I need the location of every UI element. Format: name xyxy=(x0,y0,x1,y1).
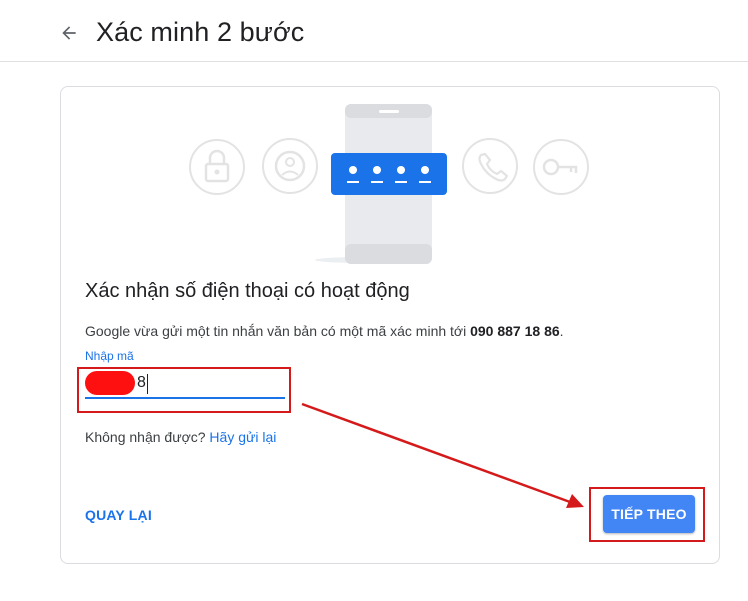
phone-with-code-icon xyxy=(315,104,447,264)
verification-card: Xác nhận số điện thoại có hoạt động Goog… xyxy=(60,86,720,564)
input-highlight-box xyxy=(77,367,291,413)
account-icon xyxy=(262,138,318,194)
verification-description: Google vừa gửi một tin nhắn văn bản có m… xyxy=(85,323,564,339)
resend-row: Không nhận được? Hãy gửi lại xyxy=(85,429,276,445)
description-suffix: . xyxy=(559,323,564,339)
card-heading: Xác nhận số điện thoại có hoạt động xyxy=(85,280,410,302)
resend-link[interactable]: Hãy gửi lại xyxy=(209,429,276,445)
key-icon xyxy=(533,139,589,195)
call-icon xyxy=(462,138,518,194)
lock-icon xyxy=(189,139,245,195)
arrow-left-icon xyxy=(62,26,76,40)
page-title: Xác minh 2 bước xyxy=(96,17,305,47)
resend-prompt: Không nhận được? xyxy=(85,429,206,445)
code-field-label: Nhập mã xyxy=(85,349,134,363)
verification-illustration xyxy=(189,104,589,264)
header-bar: Xác minh 2 bước xyxy=(0,0,748,62)
phone-number: 090 887 18 86 xyxy=(470,323,560,339)
back-button[interactable]: QUAY LẠI xyxy=(85,507,152,523)
next-button[interactable]: TIẾP THEO xyxy=(603,495,695,533)
back-arrow-button[interactable] xyxy=(56,20,82,46)
description-text: Google vừa gửi một tin nhắn văn bản có m… xyxy=(85,323,471,339)
